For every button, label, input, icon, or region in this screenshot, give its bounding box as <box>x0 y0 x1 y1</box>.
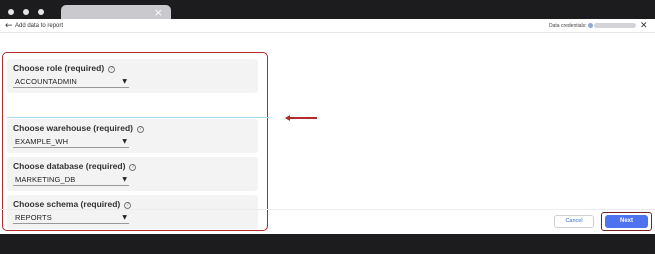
warehouse-section: Choose warehouse (required)? EXAMPLE_WH … <box>7 119 258 153</box>
role-label: Choose role (required)? <box>13 63 116 74</box>
window-close-dot[interactable] <box>8 9 14 15</box>
chevron-down-icon: ▼ <box>122 214 127 221</box>
window-minimize-dot[interactable] <box>23 9 29 15</box>
tab-close-icon[interactable]: × <box>154 5 163 20</box>
credentials-selector[interactable] <box>594 23 636 28</box>
help-icon[interactable]: ? <box>108 66 116 73</box>
database-select[interactable]: MARKETING_DB ▼ <box>13 175 129 186</box>
close-icon[interactable]: ✕ <box>640 20 648 32</box>
data-credentials-label: Data credentials: <box>549 23 587 29</box>
help-icon[interactable]: ? <box>124 202 132 209</box>
section-divider <box>7 117 269 118</box>
schema-select-value: REPORTS <box>15 213 52 222</box>
dialog-title: Add data to report <box>15 23 64 29</box>
browser-tab[interactable]: × <box>61 5 171 20</box>
schema-select[interactable]: REPORTS ▼ <box>13 213 129 224</box>
role-section: Choose role (required)? ACCOUNTADMIN ▼ <box>7 59 258 93</box>
app-window: ← Add data to report Data credentials: ✕… <box>0 19 655 234</box>
chevron-down-icon: ▼ <box>122 78 127 85</box>
chevron-down-icon: ▼ <box>122 138 127 145</box>
window-maximize-dot[interactable] <box>38 9 44 15</box>
browser-frame: × ← Add data to report Data credentials:… <box>0 0 655 254</box>
help-icon[interactable]: ? <box>136 126 144 133</box>
cancel-button[interactable]: Cancel <box>554 215 594 228</box>
credentials-avatar-icon <box>588 23 593 28</box>
schema-section: Choose schema (required)? REPORTS ▼ <box>7 195 258 229</box>
database-select-value: MARKETING_DB <box>15 175 76 184</box>
role-select[interactable]: ACCOUNTADMIN ▼ <box>13 77 129 88</box>
annotation-arrow-icon <box>285 115 317 120</box>
chevron-down-icon: ▼ <box>122 176 127 183</box>
footer-divider <box>0 209 655 210</box>
database-label: Choose database (required)? <box>13 161 137 172</box>
connection-form-panel: Choose role (required)? ACCOUNTADMIN ▼ C… <box>2 52 269 231</box>
dialog-header: ← Add data to report Data credentials: ✕ <box>0 19 655 33</box>
warehouse-label: Choose warehouse (required)? <box>13 123 144 134</box>
help-icon[interactable]: ? <box>129 164 137 171</box>
role-select-value: ACCOUNTADMIN <box>15 77 77 86</box>
warehouse-select-value: EXAMPLE_WH <box>15 137 69 146</box>
database-section: Choose database (required)? MARKETING_DB… <box>7 157 258 191</box>
warehouse-select[interactable]: EXAMPLE_WH ▼ <box>13 137 129 148</box>
back-arrow-icon[interactable]: ← <box>5 20 13 32</box>
next-button[interactable]: Next <box>605 215 648 228</box>
